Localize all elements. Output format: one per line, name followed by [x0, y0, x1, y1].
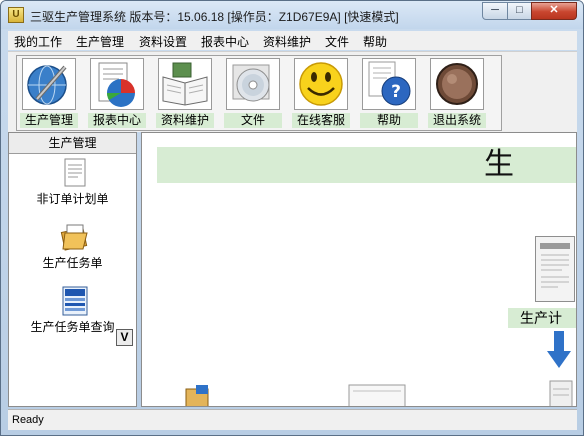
- menu-data-settings[interactable]: 资料设置: [139, 33, 187, 50]
- flow-arrow-down-icon: [546, 331, 572, 369]
- document-thumbnail-icon[interactable]: [535, 236, 575, 302]
- app-icon[interactable]: U: [8, 7, 24, 23]
- tool-label: 报表中心: [88, 113, 146, 128]
- sidebar-item-label: 非订单计划单: [36, 192, 109, 206]
- open-book-icon: [158, 58, 212, 110]
- tool-file[interactable]: 文件: [224, 58, 284, 128]
- folder-task-icon: [59, 221, 91, 253]
- tool-label: 生产管理: [20, 113, 78, 128]
- tool-data-maintenance[interactable]: 资料维护: [156, 58, 216, 128]
- maximize-button[interactable]: □: [507, 2, 532, 20]
- sidebar-item-non-order-plan[interactable]: 非订单计划单: [9, 157, 136, 209]
- smiley-face-icon: [294, 58, 348, 110]
- flow-node-icon[interactable]: [347, 381, 407, 406]
- scroll-down-button[interactable]: V: [116, 329, 133, 346]
- flow-node-label[interactable]: 生产计: [508, 308, 576, 328]
- banner: 生: [157, 147, 576, 183]
- svg-text:?: ?: [391, 82, 401, 102]
- tool-online-service[interactable]: 在线客服: [292, 58, 352, 128]
- menu-my-work[interactable]: 我的工作: [14, 33, 62, 50]
- flow-node-icon[interactable]: [182, 381, 216, 406]
- application-window: U 三驱生产管理系统 版本号：15.06.18 [操作员：Z1D67E9A] […: [0, 0, 584, 436]
- banner-title: 生: [484, 147, 514, 182]
- tool-label: 退出系统: [428, 113, 486, 128]
- menu-bar: 我的工作 生产管理 资料设置 报表中心 资料维护 文件 帮助: [8, 31, 577, 50]
- main-panel: 生 生产计: [141, 132, 577, 407]
- menu-help[interactable]: 帮助: [363, 33, 387, 50]
- menu-data-maintenance[interactable]: 资料维护: [263, 33, 311, 50]
- cd-disc-icon: [226, 58, 280, 110]
- close-button[interactable]: ✕: [531, 2, 577, 20]
- menu-production[interactable]: 生产管理: [76, 33, 124, 50]
- menu-reports[interactable]: 报表中心: [201, 33, 249, 50]
- tool-label: 在线客服: [292, 113, 350, 128]
- tool-exit[interactable]: 退出系统: [428, 58, 488, 128]
- document-icon: [59, 157, 91, 189]
- toolbar-panel: 生产管理 报表中心 资料维护 文件 在线客服 ? 帮助 退出系统: [16, 55, 502, 131]
- toolbar: 生产管理 报表中心 资料维护 文件 在线客服 ? 帮助 退出系统: [8, 51, 577, 132]
- tool-reports[interactable]: 报表中心: [88, 58, 148, 128]
- globe-pen-icon: [22, 58, 76, 110]
- tool-label: 资料维护: [156, 113, 214, 128]
- title-bar[interactable]: U 三驱生产管理系统 版本号：15.06.18 [操作员：Z1D67E9A] […: [1, 1, 583, 29]
- pie-chart-report-icon: [90, 58, 144, 110]
- window-title: 三驱生产管理系统 版本号：15.06.18 [操作员：Z1D67E9A] [快速…: [30, 10, 399, 24]
- sidebar-header: 生产管理: [9, 133, 136, 154]
- sidebar-item-production-task[interactable]: 生产任务单: [9, 221, 136, 273]
- tool-production[interactable]: 生产管理: [20, 58, 80, 128]
- tool-label: 文件: [224, 113, 282, 128]
- query-report-icon: [59, 285, 91, 317]
- help-question-icon: ?: [362, 58, 416, 110]
- status-bar: Ready: [8, 409, 577, 430]
- tool-label: 帮助: [360, 113, 418, 128]
- sidebar-item-label: 生产任务单: [42, 256, 103, 270]
- minimize-button[interactable]: ─: [482, 2, 508, 20]
- tool-help[interactable]: ? 帮助: [360, 58, 420, 128]
- sidebar: 生产管理 非订单计划单 生产任务单 生产任务单查询 V: [8, 132, 137, 407]
- exit-circle-icon: [430, 58, 484, 110]
- flow-node-icon[interactable]: [546, 379, 576, 406]
- menu-file[interactable]: 文件: [325, 33, 349, 50]
- status-text: Ready: [12, 414, 44, 426]
